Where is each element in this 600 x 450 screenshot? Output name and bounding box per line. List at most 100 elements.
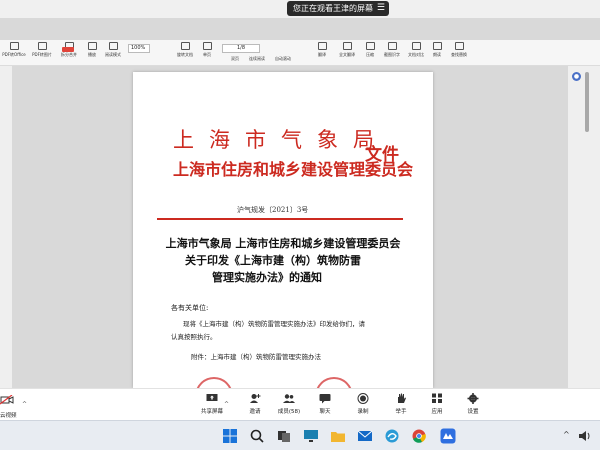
toolbar-item-label: 翻译 xyxy=(318,52,326,57)
toolbar-item-label: 旋转文档 xyxy=(177,52,193,57)
toolbar-item-compare[interactable]: 文档对比 xyxy=(406,42,426,64)
rotate-icon xyxy=(180,42,190,50)
toolbar-item-double-page[interactable]: 双页 xyxy=(228,54,242,64)
doc-title-line3: 管理实施办法》的通知 xyxy=(212,271,322,284)
record-button[interactable]: 录制 xyxy=(348,393,378,415)
video-label: 云视频 xyxy=(0,413,17,419)
chevron-up-icon[interactable]: ^ xyxy=(22,401,27,408)
convert-icon xyxy=(9,42,19,50)
raise-hand-icon xyxy=(398,393,406,403)
toolbar-item-split-merge[interactable]: 拆分合并 xyxy=(58,42,80,64)
red-divider xyxy=(157,218,403,220)
toolbar-item-label: 双页 xyxy=(231,56,239,61)
apps-button[interactable]: 应用 xyxy=(422,393,452,415)
vertical-scrollbar[interactable] xyxy=(585,72,589,132)
toolbar-item-label: 全文翻译 xyxy=(339,52,355,57)
assistant-icon[interactable]: ● xyxy=(572,72,581,81)
toolbar-item-translate[interactable]: 翻译 xyxy=(312,42,332,64)
page-indicator[interactable]: 1/8 xyxy=(222,44,260,53)
share-notice[interactable]: 您正在观看王津的屏幕 ☰ xyxy=(287,1,389,16)
body-line1: 现将《上海市建（构）筑物防雷管理实施办法》印发给你们，请 xyxy=(183,320,365,328)
toolbar-item-label: 单页 xyxy=(203,52,211,57)
toolbar-item-pdf-to-image[interactable]: PDF转图片 xyxy=(30,42,54,64)
toolbar-item-continuous[interactable]: 连续阅读 xyxy=(246,54,268,64)
chat-button[interactable]: 聊天 xyxy=(310,393,340,415)
speaker-icon[interactable] xyxy=(578,429,592,443)
record-label: 录制 xyxy=(357,409,369,415)
raise-hand-button[interactable]: 举手 xyxy=(386,393,416,415)
translate-icon xyxy=(317,42,327,50)
toolbar-item-ocr[interactable]: 截图识字 xyxy=(382,42,402,64)
share-screen-label: 共享屏幕 xyxy=(200,409,223,415)
invite-button[interactable]: 邀请 xyxy=(240,393,270,415)
share-notice-bar: 您正在观看王津的屏幕 ☰ xyxy=(0,0,600,18)
toolbar-item-label: 朗读 xyxy=(433,52,441,57)
monitor-icon[interactable] xyxy=(303,428,319,444)
settings-label: 设置 xyxy=(467,409,479,415)
record-icon xyxy=(357,393,369,404)
share-notice-text: 您正在观看王津的屏幕 xyxy=(293,4,373,13)
toolbar-item-label: 连续阅读 xyxy=(249,56,265,61)
doc-number: 沪气规发〔2021〕3号 xyxy=(237,206,309,214)
doc-type: 文件 xyxy=(365,145,399,165)
apps-icon xyxy=(432,393,442,403)
toolbar-item-compress[interactable]: 压缩 xyxy=(362,42,378,64)
screen: 您正在观看王津的屏幕 ☰ PDF转Office PDF转图片 拆分合并 播放 阅… xyxy=(0,0,600,450)
search-icon[interactable] xyxy=(249,428,265,444)
toolbar-item-speak[interactable]: 朗读 xyxy=(430,42,444,64)
camera-off-icon[interactable] xyxy=(0,395,14,405)
windows-taskbar: ^ xyxy=(0,420,600,450)
toolbar-item-label: PDF转Office xyxy=(2,52,26,57)
chat-icon xyxy=(319,394,331,404)
tray-chevron-icon[interactable]: ^ xyxy=(563,430,570,439)
new-badge xyxy=(62,47,74,52)
members-icon xyxy=(283,394,295,403)
document-page: 上海市气象局 上海市住房和城乡建设管理委员会 文件 沪气规发〔2021〕3号 上… xyxy=(133,72,433,415)
toolbar-item-label: PDF转图片 xyxy=(32,52,52,57)
attachment-line: 附件：上海市建（构）筑物防雷管理实施办法 xyxy=(191,353,321,361)
members-button[interactable]: 成员(58) xyxy=(274,393,304,415)
share-screen-button[interactable]: 共享屏幕 xyxy=(197,393,227,415)
toolbar-item-single-page[interactable]: 单页 xyxy=(200,42,214,64)
settings-icon xyxy=(467,393,479,404)
toolbar-item-full-translate[interactable]: 全文翻译 xyxy=(336,42,358,64)
body-line2: 认真按照执行。 xyxy=(171,333,217,341)
toolbar-item-label: 文档对比 xyxy=(408,52,424,57)
meeting-control-bar: ^ 云视频 共享屏幕 ^ 邀请 成员(58) 聊天 录制 举手 应用 设置 xyxy=(0,388,600,420)
speak-icon xyxy=(432,42,442,50)
salutation: 各有关单位: xyxy=(171,304,209,312)
toolbar-item-label: 播放 xyxy=(88,52,96,57)
invite-icon xyxy=(250,394,261,403)
search-icon xyxy=(454,42,464,50)
settings-button[interactable]: 设置 xyxy=(458,393,488,415)
full-translate-icon xyxy=(342,42,352,50)
doc-title-line2: 关于印发《上海市建（构）筑物防雷 xyxy=(185,254,361,267)
compare-icon xyxy=(411,42,421,50)
toolbar-item-pdf-to-office[interactable]: PDF转Office xyxy=(2,42,26,64)
chevron-up-icon[interactable]: ^ xyxy=(224,401,229,408)
apps-label: 应用 xyxy=(431,409,443,415)
windows-start-icon[interactable] xyxy=(222,428,238,444)
toolbar-item-label: 查找替换 xyxy=(451,52,467,57)
ocr-icon xyxy=(387,42,397,50)
file-explorer-icon[interactable] xyxy=(330,428,346,444)
meeting-app-icon[interactable] xyxy=(440,428,456,444)
task-view-icon[interactable] xyxy=(276,428,292,444)
zoom-select[interactable]: 100% xyxy=(128,44,150,53)
mail-icon[interactable] xyxy=(357,428,373,444)
toolbar-item-read-mode[interactable]: 阅读模式 xyxy=(102,42,124,64)
toolbar-item-find-replace[interactable]: 查找替换 xyxy=(448,42,470,64)
doc-title-line1: 上海市气象局 上海市住房和城乡建设管理委员会 xyxy=(165,237,401,250)
right-sidebar xyxy=(568,66,600,388)
toolbar-item-autoscroll[interactable]: 自动滚动 xyxy=(272,54,294,64)
share-screen-icon xyxy=(206,394,218,401)
toolbar-item-play[interactable]: 播放 xyxy=(84,42,100,64)
menu-icon[interactable]: ☰ xyxy=(377,1,385,16)
toolbar-item-label: 拆分合并 xyxy=(61,52,77,57)
edge-icon[interactable] xyxy=(384,428,400,444)
toolbar-item-rotate[interactable]: 旋转文档 xyxy=(174,42,196,64)
raise-hand-label: 举手 xyxy=(395,409,407,415)
image-icon xyxy=(37,42,47,50)
chrome-icon[interactable] xyxy=(411,428,427,444)
toolbar-item-label: 阅读模式 xyxy=(105,52,121,57)
